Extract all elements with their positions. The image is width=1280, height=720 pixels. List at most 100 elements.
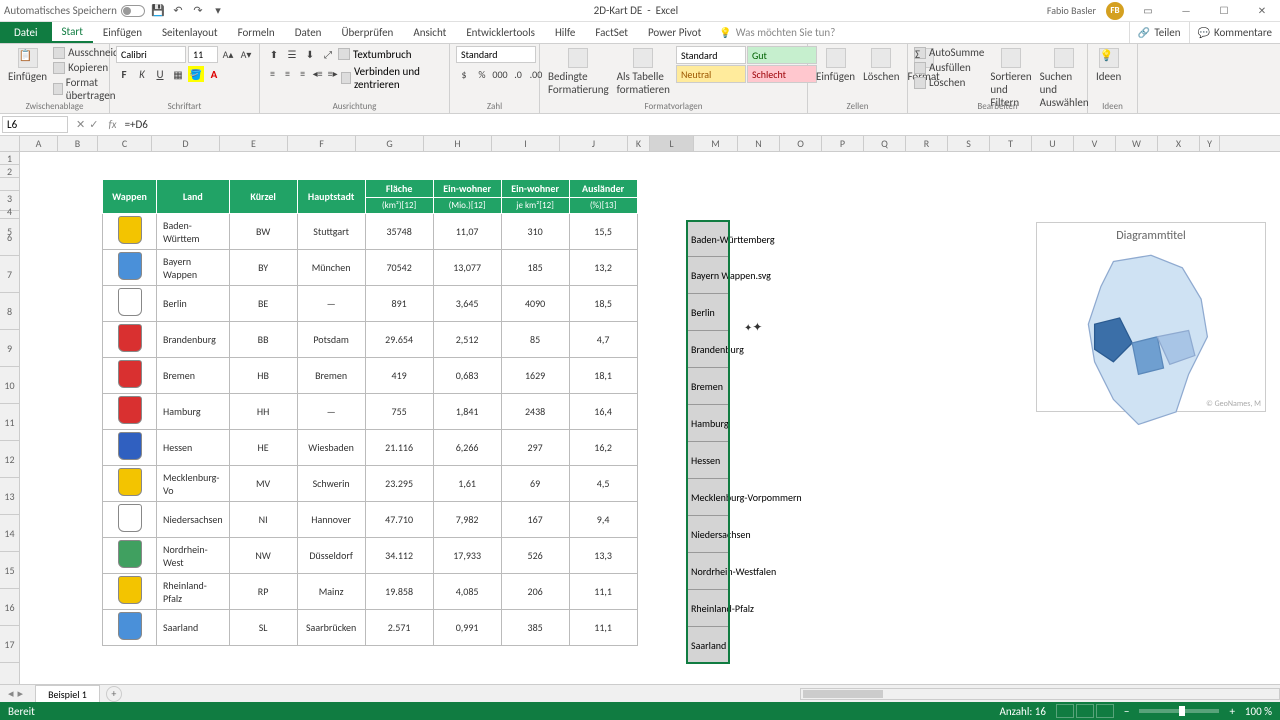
cell-kurz[interactable]: BW	[229, 214, 297, 250]
col-header-L[interactable]: L	[650, 136, 694, 151]
tab-data[interactable]: Daten	[285, 22, 332, 43]
fill-color-button[interactable]: 🪣	[188, 66, 204, 82]
col-header-W[interactable]: W	[1116, 136, 1158, 151]
zoom-level[interactable]: 100 %	[1245, 705, 1272, 718]
save-icon[interactable]: 💾	[151, 4, 165, 18]
aux-cell[interactable]: Brandenburg	[686, 331, 730, 368]
avatar[interactable]: FB	[1106, 2, 1124, 20]
cell-land[interactable]: Baden-Württem	[157, 214, 230, 250]
align-left-icon[interactable]: ≡	[266, 65, 279, 81]
col-header-R[interactable]: R	[906, 136, 948, 151]
cell-haupt[interactable]: Schwerin	[297, 466, 365, 502]
cell-einw[interactable]: 1,61	[433, 466, 501, 502]
row-header-8[interactable]: 8	[0, 293, 19, 330]
col-header-S[interactable]: S	[948, 136, 990, 151]
italic-button[interactable]: K	[134, 66, 150, 82]
cell-kurz[interactable]: HH	[229, 394, 297, 430]
indent-inc-icon[interactable]: ≡▸	[326, 65, 339, 81]
col-header-V[interactable]: V	[1074, 136, 1116, 151]
style-bad[interactable]: Schlecht	[747, 65, 817, 83]
select-all-corner[interactable]	[0, 136, 20, 151]
worksheet-grid[interactable]: ABCDEFGHIJKLMNOPQRSTUVWXY 12345678910111…	[0, 136, 1280, 684]
horizontal-scrollbar[interactable]	[800, 688, 1280, 700]
cell-ausl[interactable]: 16,4	[569, 394, 637, 430]
fx-icon[interactable]: fx	[104, 118, 120, 131]
table-row[interactable]: HamburgHH—7551,841243816,4	[103, 394, 638, 430]
row-header-12[interactable]: 12	[0, 441, 19, 478]
cell-einwkm[interactable]: 69	[501, 466, 569, 502]
sheet-tab-1[interactable]: Beispiel 1	[35, 685, 100, 703]
cell-flaeche[interactable]: 34.112	[365, 538, 433, 574]
cell-haupt[interactable]: Bremen	[297, 358, 365, 394]
tab-start[interactable]: Start	[52, 22, 93, 43]
cell-flaeche[interactable]: 29.654	[365, 322, 433, 358]
cell-einw[interactable]: 2,512	[433, 322, 501, 358]
cell-kurz[interactable]: NW	[229, 538, 297, 574]
row-header-16[interactable]: 16	[0, 589, 19, 626]
align-center-icon[interactable]: ≡	[281, 65, 294, 81]
cell-ausl[interactable]: 13,2	[569, 250, 637, 286]
tab-developer[interactable]: Entwicklertools	[456, 22, 545, 43]
currency-icon[interactable]: $	[456, 66, 472, 82]
merge-button[interactable]: Verbinden und zentrieren	[341, 65, 443, 91]
tab-help[interactable]: Hilfe	[545, 22, 585, 43]
underline-button[interactable]: U	[152, 66, 168, 82]
delete-cells-button[interactable]: Löschen	[861, 46, 901, 85]
font-name-input[interactable]	[116, 46, 186, 63]
cell-einwkm[interactable]: 310	[501, 214, 569, 250]
table-row[interactable]: SaarlandSLSaarbrücken2.5710,99138511,1	[103, 610, 638, 646]
font-color-button[interactable]: A	[206, 66, 222, 82]
cell-land[interactable]: Hamburg	[157, 394, 230, 430]
cell-ausl[interactable]: 9,4	[569, 502, 637, 538]
cell-kurz[interactable]: BY	[229, 250, 297, 286]
col-header-K[interactable]: K	[628, 136, 650, 151]
view-pagebreak-icon[interactable]	[1096, 704, 1114, 718]
border-button[interactable]: ▦	[170, 66, 186, 82]
col-header-G[interactable]: G	[356, 136, 424, 151]
col-header-F[interactable]: F	[288, 136, 356, 151]
cell-einwkm[interactable]: 385	[501, 610, 569, 646]
cell-einw[interactable]: 11,07	[433, 214, 501, 250]
cell-ausl[interactable]: 11,1	[569, 610, 637, 646]
col-header-P[interactable]: P	[822, 136, 864, 151]
col-header-J[interactable]: J	[560, 136, 628, 151]
aux-cell[interactable]: Mecklenburg-Vorpommern	[686, 479, 730, 516]
sheet-nav-prev-icon[interactable]: ◂	[8, 687, 14, 700]
close-icon[interactable]: ✕	[1248, 2, 1276, 20]
tab-file[interactable]: Datei	[0, 22, 52, 43]
tab-review[interactable]: Überprüfen	[331, 22, 403, 43]
cell-land[interactable]: Saarland	[157, 610, 230, 646]
redo-icon[interactable]: ↷	[191, 4, 205, 18]
cell-ausl[interactable]: 16,2	[569, 430, 637, 466]
row-header-5[interactable]: 5	[0, 211, 19, 219]
comments-button[interactable]: 💬 Kommentare	[1189, 22, 1280, 43]
chart-map[interactable]: Diagrammtitel © GeoNames, M	[1036, 222, 1266, 412]
col-header-I[interactable]: I	[492, 136, 560, 151]
col-header-T[interactable]: T	[990, 136, 1032, 151]
style-good[interactable]: Gut	[747, 46, 817, 64]
col-header-B[interactable]: B	[58, 136, 98, 151]
aux-cell[interactable]: Bremen	[686, 368, 730, 405]
cell-ausl[interactable]: 4,7	[569, 322, 637, 358]
bold-button[interactable]: F	[116, 66, 132, 82]
aux-cell[interactable]: Niedersachsen	[686, 516, 730, 553]
table-row[interactable]: NiedersachsenNIHannover47.7107,9821679,4	[103, 502, 638, 538]
zoom-in-icon[interactable]: +	[1229, 705, 1234, 718]
autosum-button[interactable]: ΣAutoSumme	[914, 46, 984, 59]
cell-kurz[interactable]: HE	[229, 430, 297, 466]
number-format-select[interactable]	[456, 46, 536, 63]
align-right-icon[interactable]: ≡	[296, 65, 309, 81]
aux-cell[interactable]: Saarland	[686, 627, 730, 664]
format-table-button[interactable]: Als Tabelle formatieren	[615, 46, 672, 98]
cell-haupt[interactable]: Saarbrücken	[297, 610, 365, 646]
cell-einwkm[interactable]: 206	[501, 574, 569, 610]
cell-ausl[interactable]: 15,5	[569, 214, 637, 250]
row-header-9[interactable]: 9	[0, 330, 19, 367]
cell-einw[interactable]: 6,266	[433, 430, 501, 466]
table-row[interactable]: Mecklenburg-VoMVSchwerin23.2951,61694,5	[103, 466, 638, 502]
cell-land[interactable]: Niedersachsen	[157, 502, 230, 538]
cancel-formula-icon[interactable]: ✕	[76, 118, 85, 131]
row-header-2[interactable]: 2	[0, 165, 19, 178]
cell-einw[interactable]: 1,841	[433, 394, 501, 430]
name-box[interactable]	[2, 116, 68, 133]
